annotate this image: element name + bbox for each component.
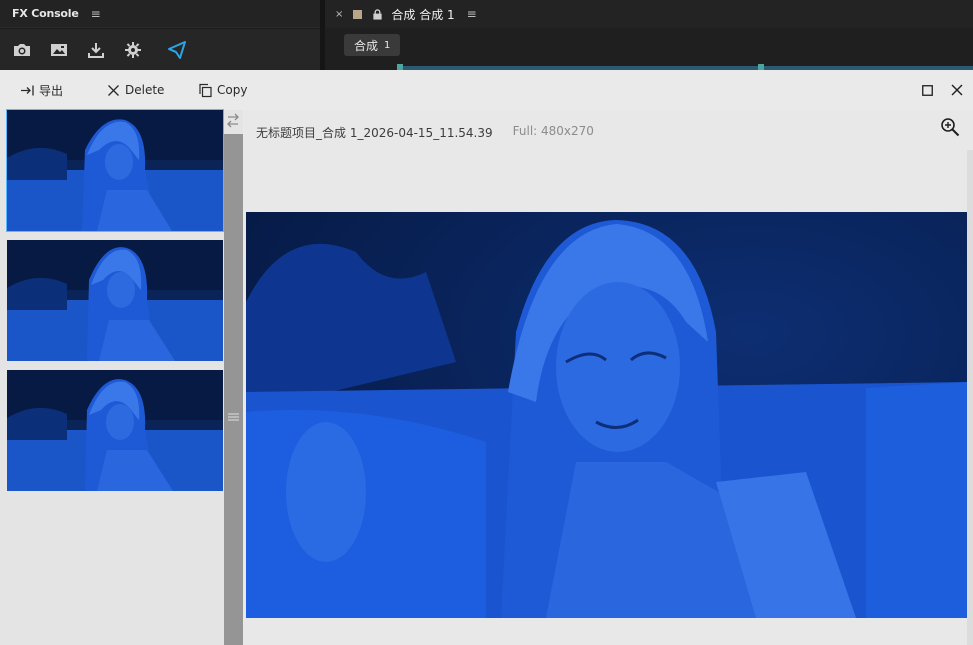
composition-tab[interactable]: × 合成 合成 1 ≡ [325, 0, 973, 28]
composition-chip[interactable]: 合成 1 [344, 34, 401, 56]
maximize-button[interactable] [919, 82, 935, 98]
export-icon [21, 85, 34, 95]
composition-chip-number: 1 [384, 39, 391, 51]
fx-logo-icon[interactable] [164, 37, 190, 63]
export-button[interactable]: 导出 [20, 70, 63, 110]
download-icon[interactable] [83, 37, 109, 63]
composition-tab-title: 合成 合成 1 [391, 7, 455, 22]
fx-console-toolbar [0, 28, 320, 70]
lock-icon[interactable] [372, 8, 383, 20]
gear-icon[interactable] [120, 37, 146, 63]
close-icon [108, 84, 119, 96]
composition-panel: × 合成 合成 1 ≡ 合成 1 [325, 0, 973, 70]
composition-navigator: 合成 1 [325, 28, 973, 70]
fx-console-panel: FX Console ≡ [0, 0, 320, 70]
fx-console-menu-icon[interactable]: ≡ [91, 7, 101, 21]
window-controls [919, 82, 965, 98]
viewer-toolbar: 导出 Delete Copy [0, 70, 973, 110]
grip-icon[interactable] [228, 412, 239, 422]
snapshot-info: 无标题项目_合成 1_2026-04-15_11.54.39 Full: 480… [256, 124, 594, 141]
fx-console-title: FX Console [12, 7, 79, 20]
close-icon [951, 84, 963, 96]
snapshot-viewer-window: 导出 Delete Copy 无标题项目_合成 1_2026-04-15_11.… [0, 70, 973, 645]
zoom-icon[interactable] [939, 116, 961, 138]
copy-icon [199, 83, 212, 97]
swap-icon[interactable] [225, 112, 241, 130]
gallery-icon[interactable] [46, 37, 72, 63]
panel-splitter[interactable] [224, 110, 243, 645]
label-color-swatch [353, 9, 363, 19]
copy-label: Copy [217, 83, 248, 97]
camera-icon[interactable] [9, 37, 35, 63]
fx-console-header: FX Console ≡ [0, 0, 320, 28]
composition-chip-label: 合成 [354, 38, 379, 53]
vertical-scrollbar[interactable] [967, 150, 973, 645]
snapshot-image [7, 370, 223, 491]
maximize-icon [921, 84, 933, 96]
snapshot-main-image [246, 212, 967, 618]
delete-label: Delete [125, 83, 165, 97]
delete-button[interactable]: Delete [106, 70, 164, 110]
close-icon[interactable]: × [335, 9, 343, 20]
copy-button[interactable]: Copy [198, 70, 247, 110]
snapshot-preview: 无标题项目_合成 1_2026-04-15_11.54.39 Full: 480… [244, 110, 973, 645]
snapshot-image [7, 110, 223, 231]
composition-menu-icon[interactable]: ≡ [467, 7, 477, 21]
snapshot-list [0, 109, 224, 645]
splitter-bar[interactable] [224, 134, 243, 645]
snapshot-resolution: Full: 480x270 [512, 124, 594, 138]
export-label: 导出 [39, 83, 64, 98]
close-window-button[interactable] [949, 82, 965, 98]
snapshot-thumbnail[interactable] [7, 240, 223, 361]
snapshot-thumbnail[interactable] [7, 370, 223, 491]
preview-image [246, 212, 967, 618]
snapshot-thumbnail[interactable] [6, 109, 224, 232]
snapshot-filename: 无标题项目_合成 1_2026-04-15_11.54.39 [256, 126, 493, 140]
snapshot-image [7, 240, 223, 361]
